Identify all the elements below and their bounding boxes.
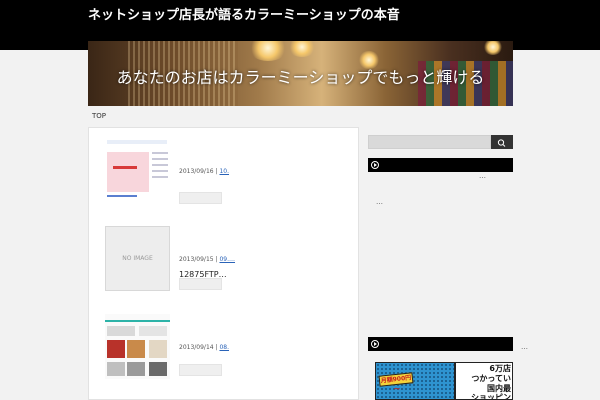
post-date: 2013/09/15 — [179, 256, 214, 263]
post-date: 2013/09/14 — [179, 344, 214, 351]
ad-text-panel: 6万店 つかってい 国内最 ショッピン — [454, 363, 512, 399]
thumbnail-screenshot — [105, 138, 170, 203]
widget-item[interactable]: … — [376, 198, 383, 206]
post-item: NO IMAGE 2013/09/15 | 09.… 12875FTP… — [105, 226, 355, 296]
widget-more[interactable]: … — [521, 343, 528, 351]
play-circle-icon — [371, 340, 379, 348]
banner-text: あなたのお店はカラーミーショップでもっと輝ける — [116, 68, 485, 87]
search-button[interactable] — [491, 135, 513, 149]
widget-heading — [368, 337, 513, 351]
read-more-button[interactable] — [179, 192, 222, 204]
post-category-link[interactable]: 10. — [219, 168, 229, 175]
widget-heading — [368, 158, 513, 172]
post-meta: 2013/09/15 | 09.… — [179, 256, 236, 263]
banner-lamp — [288, 41, 316, 57]
breadcrumb-top[interactable]: TOP — [92, 112, 106, 120]
post-meta: 2013/09/14 | 08. — [179, 344, 230, 351]
post-item: 2013/09/16 | 10. — [105, 138, 355, 208]
banner-lamp — [483, 41, 503, 55]
thumbnail-screenshot — [105, 314, 170, 379]
play-circle-icon — [371, 161, 379, 169]
widget-more[interactable]: … — [479, 172, 486, 180]
site-title[interactable]: ネットショップ店長が語るカラーミーショップの本音 — [88, 4, 400, 23]
header-banner[interactable]: あなたのお店はカラーミーショップでもっと輝ける — [88, 41, 513, 106]
post-category-link[interactable]: 09.… — [219, 256, 235, 263]
post-list: 2013/09/16 | 10. NO IMAGE 2013/09/15 | 0… — [88, 127, 359, 400]
post-category-link[interactable]: 08. — [219, 344, 229, 351]
search-icon — [497, 139, 506, 147]
read-more-button[interactable] — [179, 278, 222, 290]
read-more-button[interactable] — [179, 364, 222, 376]
post-date: 2013/09/16 — [179, 168, 214, 175]
post-thumbnail[interactable] — [105, 138, 170, 203]
post-meta: 2013/09/16 | 10. — [179, 168, 230, 175]
sidebar-ad-banner[interactable]: 月額900円～ 6万店 つかってい 国内最 ショッピン — [375, 362, 513, 400]
banner-lamp — [248, 41, 288, 61]
post-item: 2013/09/14 | 08. — [105, 314, 355, 384]
no-image-label: NO IMAGE — [122, 255, 153, 262]
post-thumbnail[interactable] — [105, 314, 170, 379]
post-thumbnail[interactable]: NO IMAGE — [105, 226, 170, 291]
search-input[interactable] — [368, 135, 491, 149]
